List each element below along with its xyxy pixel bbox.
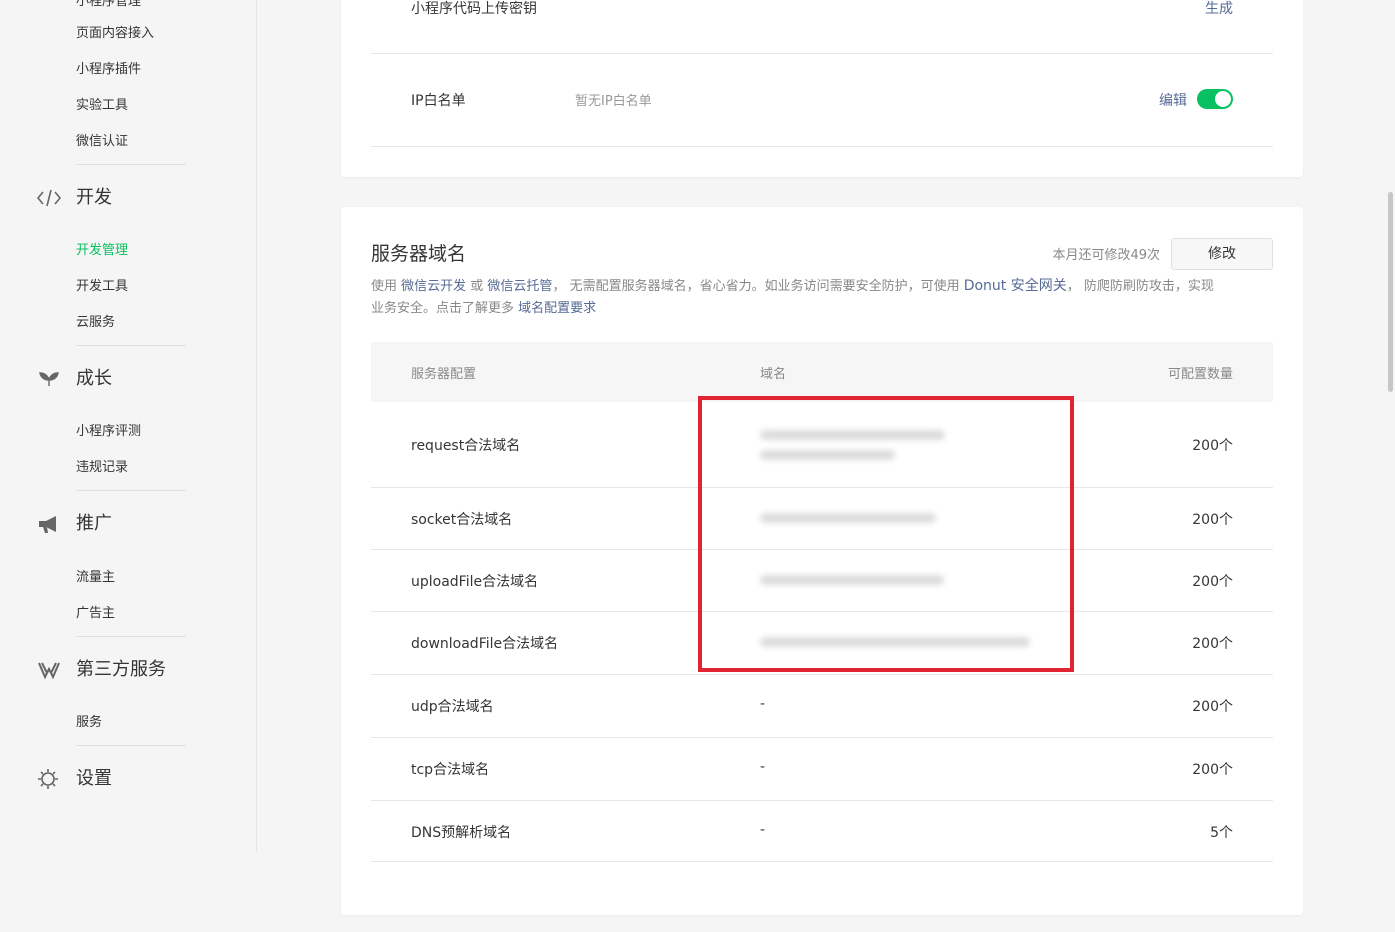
sidebar-item-advertiser[interactable]: 广告主 bbox=[76, 602, 115, 621]
row-name: request合法域名 bbox=[411, 438, 521, 454]
sidebar-item-lab-tools[interactable]: 实验工具 bbox=[76, 94, 128, 113]
ip-whitelist-label: IP白名单 bbox=[411, 93, 466, 109]
row-count: 200个 bbox=[1192, 574, 1233, 590]
quota-text: 本月还可修改49次 bbox=[1052, 248, 1160, 263]
row-name: udp合法域名 bbox=[411, 699, 494, 715]
row-name: DNS预解析域名 bbox=[411, 825, 512, 841]
sidebar-item-review[interactable]: 小程序评测 bbox=[76, 420, 141, 439]
gear-icon bbox=[36, 768, 62, 790]
dev-settings-card: 小程序代码上传密钥 生成 IP白名单 暂无IP白名单 编辑 bbox=[341, 0, 1303, 177]
sidebar-divider bbox=[76, 636, 186, 637]
megaphone-icon bbox=[36, 513, 62, 535]
ip-whitelist-toggle[interactable] bbox=[1197, 89, 1233, 109]
desc-text: ， 防爬防刷防攻击，实现 bbox=[1066, 279, 1214, 294]
third-party-icon bbox=[36, 659, 62, 681]
row-domain: - bbox=[760, 696, 766, 712]
sidebar-group-label: 第三方服务 bbox=[76, 659, 166, 680]
row-domain: - bbox=[760, 759, 766, 775]
sidebar-item-page-content[interactable]: 页面内容接入 bbox=[76, 22, 154, 41]
toggle-knob bbox=[1215, 91, 1231, 107]
sidebar-group-label: 成长 bbox=[76, 368, 112, 389]
sidebar-item-dev-manage[interactable]: 开发管理 bbox=[76, 239, 128, 258]
sidebar-item-traffic-master[interactable]: 流量主 bbox=[76, 566, 115, 585]
desc-text: 使用 bbox=[371, 279, 402, 294]
sidebar-item-cut[interactable]: 小程序管理 bbox=[76, 0, 141, 9]
sidebar-group-growth[interactable]: 成长 bbox=[36, 365, 236, 393]
ip-edit-link[interactable]: 编辑 bbox=[1159, 90, 1187, 110]
row-name: socket合法域名 bbox=[411, 512, 513, 528]
row-count: 200个 bbox=[1192, 636, 1233, 652]
desc-text: ， 无需配置服务器域名，省心省力。如业务访问需要安全防护，可使用 bbox=[552, 279, 964, 294]
section-title: 服务器域名 bbox=[371, 243, 467, 265]
column-header: 服务器配置 bbox=[411, 367, 477, 382]
sidebar-group-settings[interactable]: 设置 bbox=[36, 765, 236, 793]
table-header: 服务器配置 域名 可配置数量 bbox=[371, 342, 1273, 402]
row-name: downloadFile合法域名 bbox=[411, 636, 559, 652]
table-row: udp合法域名 - 200个 bbox=[371, 675, 1273, 738]
sidebar: 小程序管理 页面内容接入 小程序插件 实验工具 微信认证 开发 开发管理 开发工… bbox=[0, 0, 257, 852]
sidebar-divider bbox=[76, 164, 186, 165]
sidebar-item-violations[interactable]: 违规记录 bbox=[76, 456, 128, 475]
cloud-dev-link[interactable]: 微信云开发 bbox=[401, 279, 466, 294]
row-divider bbox=[371, 146, 1273, 147]
domain-requirements-link[interactable]: 域名配置要求 bbox=[518, 301, 596, 316]
table-row: DNS预解析域名 - 5个 bbox=[371, 801, 1273, 862]
sidebar-item-dev-tools[interactable]: 开发工具 bbox=[76, 275, 128, 294]
row-name: uploadFile合法域名 bbox=[411, 574, 539, 590]
sidebar-group-third-party[interactable]: 第三方服务 bbox=[36, 656, 236, 684]
desc-text: 或 bbox=[466, 279, 488, 294]
section-description: 使用 微信云开发 或 微信云托管， 无需配置服务器域名，省心省力。如业务访问需要… bbox=[371, 275, 1214, 320]
row-name: tcp合法域名 bbox=[411, 762, 490, 778]
cloud-hosting-link[interactable]: 微信云托管 bbox=[487, 279, 552, 294]
row-count: 200个 bbox=[1192, 762, 1233, 778]
code-icon bbox=[36, 187, 62, 209]
sidebar-divider bbox=[76, 490, 186, 491]
row-divider bbox=[371, 53, 1273, 54]
sidebar-item-cloud[interactable]: 云服务 bbox=[76, 311, 115, 330]
column-header: 可配置数量 bbox=[1167, 367, 1233, 382]
generate-key-link[interactable]: 生成 bbox=[1205, 0, 1233, 18]
row-count: 200个 bbox=[1192, 438, 1233, 454]
sidebar-group-label: 推广 bbox=[76, 513, 112, 534]
ip-whitelist-value: 暂无IP白名单 bbox=[575, 94, 652, 109]
sidebar-group-label: 开发 bbox=[76, 187, 112, 208]
sprout-icon bbox=[36, 368, 62, 390]
sidebar-group-promotion[interactable]: 推广 bbox=[36, 510, 236, 538]
upload-key-label: 小程序代码上传密钥 bbox=[411, 1, 537, 17]
highlight-annotation-box bbox=[698, 396, 1074, 672]
desc-text: 业务安全。点击了解更多 bbox=[371, 301, 519, 316]
sidebar-item-wechat-auth[interactable]: 微信认证 bbox=[76, 130, 128, 149]
row-domain: - bbox=[760, 822, 766, 838]
sidebar-item-service[interactable]: 服务 bbox=[76, 711, 102, 730]
table-row: tcp合法域名 - 200个 bbox=[371, 738, 1273, 801]
row-count: 200个 bbox=[1192, 699, 1233, 715]
page-scrollbar[interactable] bbox=[1388, 192, 1393, 392]
sidebar-item-plugins[interactable]: 小程序插件 bbox=[76, 58, 141, 77]
row-count: 5个 bbox=[1210, 825, 1233, 841]
sidebar-divider bbox=[76, 745, 186, 746]
sidebar-group-dev[interactable]: 开发 bbox=[36, 184, 236, 212]
modify-button[interactable]: 修改 bbox=[1171, 238, 1273, 270]
sidebar-divider bbox=[76, 345, 186, 346]
column-header: 域名 bbox=[760, 367, 787, 382]
row-count: 200个 bbox=[1192, 512, 1233, 528]
sidebar-group-label: 设置 bbox=[76, 768, 112, 789]
donut-gateway-link[interactable]: Donut 安全网关 bbox=[964, 278, 1067, 294]
